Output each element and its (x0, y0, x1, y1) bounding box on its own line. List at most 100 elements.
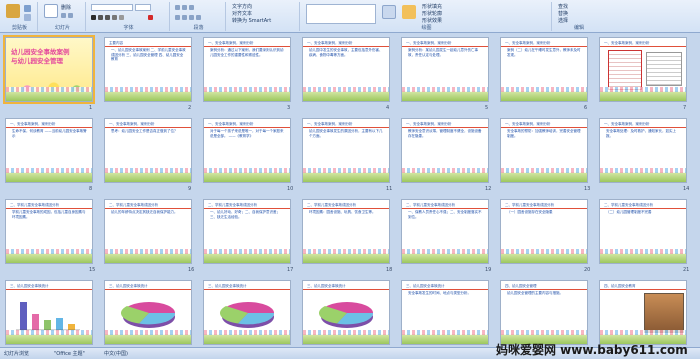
slide-thumbnail[interactable]: 四、幼儿园安全教育 (599, 280, 687, 345)
font-label: 字体 (123, 25, 134, 31)
slide-thumbnail[interactable]: 一、安全事故案例，案例分析 安全事故处理：及时救护，通知家长，如实上报。 (599, 118, 687, 183)
clipboard-group: 剪贴板 (2, 2, 38, 31)
align-left-icon[interactable] (175, 15, 180, 20)
slide-thumbnail[interactable]: 三、幼儿园安全事故统计 安全事故发生的时间、地点与类型分析。 (401, 280, 489, 345)
paragraph-group: 段落 (172, 2, 226, 31)
slide-header: 三、幼儿园安全事故统计 (10, 284, 49, 288)
new-slide-icon[interactable] (44, 4, 58, 18)
slide-header: 一、安全事故案例，案例分析 (307, 41, 353, 45)
bullets-icon[interactable] (175, 5, 180, 10)
text-direction-button[interactable]: 文字方向 (232, 4, 252, 10)
bold-icon[interactable] (91, 15, 96, 20)
cut-icon[interactable] (24, 5, 31, 12)
slide-thumbnail[interactable]: 一、安全事故案例，案例分析 案例（二）幼儿在午睡时发生意外，教师未及时发现。 (500, 37, 588, 102)
header-rule (6, 289, 92, 290)
slide-number: 2 (188, 105, 192, 111)
slide-thumbnail[interactable]: 一、安全事故案例，案例分析 安全事故的预防：加强教师培训，完善安全管理制度。 (500, 118, 588, 183)
slide-thumbnail[interactable]: 一、安全事故案例，案例分析 案例分析：某幼儿园发生一起幼儿意外伤亡事故，责任认定与… (401, 37, 489, 102)
align-center-icon[interactable] (182, 15, 187, 20)
footer-band (501, 249, 587, 263)
footer-band (600, 168, 686, 182)
slide-text: 教师安全意识淡薄，管理制度不健全，设施设备存在隐患。 (408, 129, 482, 138)
slide-thumbnail[interactable]: 一、安全事故案例，案例分析 教师安全意识淡薄，管理制度不健全，设施设备存在隐患。 (401, 118, 489, 183)
slide-thumbnail[interactable]: 二、学前儿童安全事故成因分析 （二）幼儿园管理制度不完善 (599, 199, 687, 264)
underline-icon[interactable] (105, 15, 110, 20)
slide-number: 15 (89, 267, 96, 273)
paragraph-label: 段落 (193, 25, 204, 31)
slide-thumbnail[interactable]: 一、安全事故案例，案例分析 案例分析：通过以下案例，我们要深刻认识到幼儿园安全工作… (203, 37, 291, 102)
italic-icon[interactable] (98, 15, 103, 20)
slide-thumbnail[interactable]: 一、安全事故案例，案例分析 生命不保，何谈教育 ——当前幼儿园安全事故警示 (5, 118, 93, 183)
slide-thumbnail[interactable]: 一、安全事故案例，案例分析 (599, 37, 687, 102)
align-right-icon[interactable] (189, 15, 194, 20)
slide-thumbnail[interactable]: 一、安全事故案例，案例分析 幼儿园安全事故发生的原因分析，主要有以下几个方面。 (302, 118, 390, 183)
slide-sorter: 幼儿园安全事故案例 与幼儿园安全管理 1 主要内容 一、幼儿园安全事故案例 二、学前儿… (0, 34, 700, 354)
numbering-icon[interactable] (182, 5, 187, 10)
slide-number: 16 (188, 267, 195, 273)
drawing-group: 形状填充 形状轮廓 形状效果 绘图 (302, 2, 552, 31)
align-text-button[interactable]: 对齐文本 (232, 11, 252, 17)
slide-thumbnail[interactable]: 一、安全事故案例，案例分析 对于每一个孩子来说是唯一，对于每一个家庭来说是全部。 … (203, 118, 291, 183)
smartart-button[interactable]: 转换为 SmartArt (232, 18, 271, 24)
slide-thumbnail[interactable]: 三、幼儿园安全事故统计 (5, 280, 93, 345)
slide-thumbnail[interactable]: 二、学前儿童安全事故成因分析 一、保教人员责任心不强；二、安全制度落实不到位。 (401, 199, 489, 264)
language-label: 中文(中国) (104, 351, 128, 357)
font-color-icon[interactable] (148, 15, 153, 20)
footer-band (6, 87, 92, 101)
font-name-box[interactable] (91, 4, 133, 11)
slide-thumbnail[interactable]: 一、安全事故案例，案例分析 幼儿园中发生的安全事故，主要包括意外伤害、疾病、食物中… (302, 37, 390, 102)
slide-thumbnail[interactable]: 二、学前儿童安全事故成因分析 幼儿的年龄特点决定其缺乏自我保护能力。 (104, 199, 192, 264)
strikethrough-icon[interactable] (112, 15, 117, 20)
shape-fill-button[interactable]: 形状填充 (422, 4, 442, 10)
slide-thumbnail[interactable]: 二、学前儿童安全事故成因分析 一、幼儿好动、好奇；二、自我保护意识差；三、缺乏生活… (203, 199, 291, 264)
slide-header: 一、安全事故案例，案例分析 (109, 122, 155, 126)
slide-thumbnail[interactable]: 二、学前儿童安全事故成因分析 （一）园舍设施存在安全隐患 (500, 199, 588, 264)
slide-thumbnail[interactable]: 二、学前儿童安全事故成因分析 学前儿童安全事故的成因，包括儿童自身因素与环境因素。 (5, 199, 93, 264)
slide-text: 环境因素：园舍设施、玩具、饮食卫生等。 (309, 210, 376, 214)
paste-icon[interactable] (6, 4, 20, 18)
footer-band (402, 87, 488, 101)
footer-band (105, 249, 191, 263)
indent-icon[interactable] (189, 5, 194, 10)
slide-thumbnail[interactable]: 三、幼儿园安全事故统计 (104, 280, 192, 345)
shape-outline-button[interactable]: 形状轮廓 (422, 11, 442, 17)
slide-text: 安全事故处理：及时救护，通知家长，如实上报。 (606, 129, 676, 138)
slide-header: 一、安全事故案例，案例分析 (10, 122, 56, 126)
slide-header: 三、幼儿园安全事故统计 (208, 284, 247, 288)
slides-group: 删除 幻灯片 (40, 2, 86, 31)
footer-band (600, 249, 686, 263)
arrange-icon[interactable] (382, 5, 396, 19)
slide-thumbnail[interactable]: 四、幼儿园安全管理 幼儿园安全管理的主要内容与措施。 (500, 280, 588, 345)
copy-icon[interactable] (24, 14, 31, 21)
slide-thumbnail[interactable]: 幼儿园安全事故案例 与幼儿园安全管理 (3, 35, 95, 104)
header-rule (303, 289, 389, 290)
delete-button[interactable]: 删除 (61, 5, 71, 11)
slide-number: 4 (386, 105, 390, 111)
slide-text: 一、保教人员责任心不强；二、安全制度落实不到位。 (408, 210, 482, 219)
slide-header: 一、安全事故案例，案例分析 (604, 41, 650, 45)
shape-effects-button[interactable]: 形状效果 (422, 18, 442, 24)
quick-styles-icon[interactable] (402, 5, 416, 19)
slide-header: 一、安全事故案例，案例分析 (406, 41, 452, 45)
drawing-label: 绘图 (421, 25, 432, 31)
slide-thumbnail[interactable]: 三、幼儿园安全事故统计 (203, 280, 291, 345)
slide-text: 一、幼儿好动、好奇；二、自我保护意识差；三、缺乏生活经验。 (210, 210, 280, 219)
layout-icon[interactable] (61, 13, 66, 18)
shapes-gallery[interactable] (306, 4, 376, 24)
header-rule (501, 208, 587, 209)
slide-thumbnail[interactable]: 主要内容 一、幼儿园安全事故案例 二、学前儿童安全事故成因分析 三、幼儿园安全管理… (104, 37, 192, 102)
slide-text: 思考：幼儿园安全工作是否真正做到了位？ (111, 129, 178, 133)
slide-text: 一、幼儿园安全事故案例 二、学前儿童安全事故成因分析 三、幼儿园安全管理 四、幼… (111, 48, 186, 61)
slide-thumbnail[interactable]: 三、幼儿园安全事故统计 (302, 280, 390, 345)
shadow-icon[interactable] (119, 15, 124, 20)
justify-icon[interactable] (196, 15, 201, 20)
slide-thumbnail[interactable]: 一、安全事故案例，案例分析思考：幼儿园安全工作是否真正做到了位？ (104, 118, 192, 183)
footer-band (105, 87, 191, 101)
slide-thumbnail[interactable]: 二、学前儿童安全事故成因分析 环境因素：园舍设施、玩具、饮食卫生等。 (302, 199, 390, 264)
replace-button[interactable]: 替换 (558, 11, 568, 17)
select-button[interactable]: 选择 (558, 18, 568, 24)
find-button[interactable]: 查找 (558, 4, 568, 10)
font-size-box[interactable] (135, 4, 151, 11)
header-rule (402, 127, 488, 128)
reset-icon[interactable] (68, 13, 73, 18)
